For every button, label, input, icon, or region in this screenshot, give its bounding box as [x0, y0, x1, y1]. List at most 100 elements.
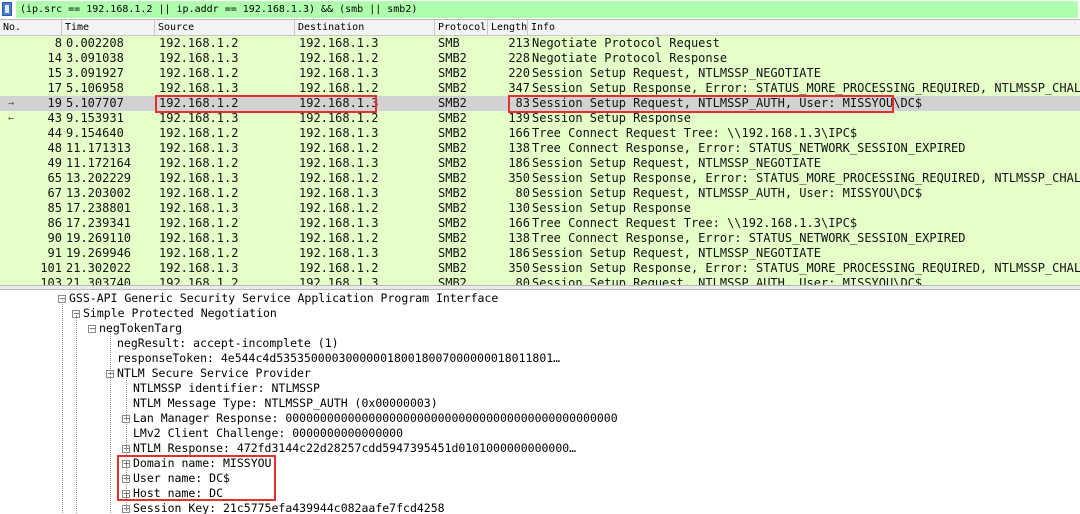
packet-protocol: SMB2 [438, 201, 467, 215]
packet-length: 350 [508, 171, 530, 185]
packet-number: 67 [47, 186, 62, 200]
packet-row[interactable]: 101 21.302022 192.168.1.3 192.168.1.2 SMB2 35… [0, 261, 1080, 276]
bookmark-filter-icon[interactable] [2, 2, 12, 16]
packet-time: 21.302022 [66, 261, 132, 275]
packet-destination: 192.168.1.2 [299, 171, 379, 185]
packet-row[interactable]: 90 19.269110 192.168.1.3 192.168.1.2 SMB2 138… [0, 231, 1080, 246]
packet-row[interactable]: 17 5.106958 192.168.1.3 192.168.1.2 SMB2 347 S… [0, 81, 1080, 96]
packet-source: 192.168.1.2 [159, 276, 239, 285]
display-filter-input[interactable]: (ip.src == 192.168.1.2 || ip.addr == 192… [16, 1, 1078, 18]
packet-protocol: SMB2 [438, 51, 467, 65]
packet-time: 13.203002 [66, 186, 132, 200]
column-header-no[interactable]: No. [0, 20, 62, 35]
packet-number: 90 [47, 231, 62, 245]
detail-tree-item[interactable]: − Simple Protected Negotiation [72, 306, 277, 321]
packet-number: 65 [47, 171, 62, 185]
packet-length: 130 [508, 201, 530, 215]
packet-row[interactable]: → 19 5.107707 192.168.1.2 192.168.1.3 SMB2 83 S… [0, 96, 1080, 111]
packet-row[interactable]: 86 17.239341 192.168.1.2 192.168.1.3 SMB2 166… [0, 216, 1080, 231]
packet-row[interactable]: 48 11.171313 192.168.1.3 192.168.1.2 SMB2 138… [0, 141, 1080, 156]
column-header-info[interactable]: Info [528, 20, 1080, 35]
packet-destination: 192.168.1.2 [299, 201, 379, 215]
packet-row[interactable]: 65 13.202229 192.168.1.3 192.168.1.2 SMB2 350… [0, 171, 1080, 186]
detail-tree-item[interactable]: − NTLM Secure Service Provider [106, 366, 311, 381]
detail-tree-item[interactable]: NTLMSSP identifier: NTLMSSP [122, 381, 320, 396]
packet-time: 11.171313 [66, 141, 132, 155]
packet-source: 192.168.1.2 [159, 216, 239, 230]
display-filter-bar: (ip.src == 192.168.1.2 || ip.addr == 192… [0, 0, 1080, 20]
column-header-destination[interactable]: Destination [295, 20, 435, 35]
packet-details-tree: − GSS-API Generic Security Service Applic… [0, 290, 1080, 514]
packet-row[interactable]: 85 17.238801 192.168.1.3 192.168.1.2 SMB2 130… [0, 201, 1080, 216]
packet-time: 0.002208 [66, 36, 124, 50]
detail-tree-item[interactable]: + NTLM Response: 472fd3144c22d28257cdd594… [122, 441, 576, 456]
packet-length: 138 [508, 231, 530, 245]
packet-info: Negotiate Protocol Response [532, 51, 728, 65]
packet-time: 19.269110 [66, 231, 132, 245]
packet-row[interactable]: 49 11.172164 192.168.1.2 192.168.1.3 SMB2 186… [0, 156, 1080, 171]
detail-tree-item[interactable]: NTLM Message Type: NTLMSSP_AUTH (0x00000… [122, 396, 438, 411]
packet-protocol: SMB [438, 36, 460, 50]
packet-destination: 192.168.1.3 [299, 66, 379, 80]
packet-destination: 192.168.1.3 [299, 186, 379, 200]
packet-destination: 192.168.1.3 [299, 156, 379, 170]
packet-protocol: SMB2 [438, 186, 467, 200]
detail-tree-label: Domain name: MISSYOU [133, 456, 272, 470]
tree-guide-line [62, 300, 63, 514]
packet-destination: 192.168.1.3 [299, 276, 379, 285]
packet-time: 9.154640 [66, 126, 124, 140]
collapse-icon[interactable]: − [88, 324, 96, 333]
column-header-length[interactable]: Length [488, 20, 528, 35]
packet-protocol: SMB2 [438, 261, 467, 275]
packet-list: 8 0.002208 192.168.1.2 192.168.1.3 SMB 213 Neg… [0, 36, 1080, 285]
packet-time: 3.091038 [66, 51, 124, 65]
packet-length: 186 [508, 156, 530, 170]
packet-row[interactable]: 103 21.303740 192.168.1.2 192.168.1.3 SMB2 80… [0, 276, 1080, 285]
detail-tree-item[interactable]: LMv2 Client Challenge: 0000000000000000 [122, 426, 403, 441]
packet-source: 192.168.1.2 [159, 246, 239, 260]
packet-protocol: SMB2 [438, 81, 467, 95]
packet-info: Session Setup Response [532, 201, 691, 215]
packet-destination: 192.168.1.2 [299, 261, 379, 275]
packet-source: 192.168.1.2 [159, 36, 239, 50]
detail-tree-label: Session Key: 21c5775efa439944c082aafe7fc… [133, 501, 445, 514]
packet-row[interactable]: 14 3.091038 192.168.1.3 192.168.1.2 SMB2 228 N… [0, 51, 1080, 66]
packet-number: 15 [47, 66, 62, 80]
packet-protocol: SMB2 [438, 171, 467, 185]
packet-number: 91 [47, 246, 62, 260]
detail-tree-item[interactable]: + Lan Manager Response: 00000000000000000… [122, 411, 618, 426]
packet-row[interactable]: ← 43 9.153931 192.168.1.3 192.168.1.2 SMB2 139… [0, 111, 1080, 126]
detail-tree-item[interactable]: + Host name: DC [122, 486, 223, 501]
packet-row[interactable]: 67 13.203002 192.168.1.2 192.168.1.3 SMB2 80 S… [0, 186, 1080, 201]
detail-tree-item[interactable]: + Domain name: MISSYOU [122, 456, 271, 471]
packet-destination: 192.168.1.2 [299, 51, 379, 65]
packet-time: 21.303740 [66, 276, 132, 285]
detail-tree-item[interactable]: negResult: accept-incomplete (1) [106, 336, 339, 351]
packet-number: 48 [47, 141, 62, 155]
detail-tree-item[interactable]: responseToken: 4e544c4d53535000030000001… [106, 351, 560, 366]
packet-time: 5.106958 [66, 81, 124, 95]
tree-guide-line [110, 330, 111, 514]
packet-source: 192.168.1.2 [159, 126, 239, 140]
detail-tree-label: Host name: DC [133, 486, 224, 500]
packet-length: 347 [508, 81, 530, 95]
detail-tree-item[interactable]: − GSS-API Generic Security Service Applic… [58, 291, 498, 306]
detail-tree-item[interactable]: + Session Key: 21c5775efa439944c082aafe7f… [122, 501, 445, 514]
column-header-source[interactable]: Source [155, 20, 295, 35]
packet-length: 213 [508, 36, 530, 50]
column-header-time[interactable]: Time [62, 20, 155, 35]
packet-row[interactable]: 91 19.269946 192.168.1.2 192.168.1.3 SMB2 186… [0, 246, 1080, 261]
packet-destination: 192.168.1.3 [299, 246, 379, 260]
detail-tree-label: LMv2 Client Challenge: 0000000000000000 [133, 426, 404, 440]
packet-length: 166 [508, 126, 530, 140]
packet-row[interactable]: 8 0.002208 192.168.1.2 192.168.1.3 SMB 213 Neg… [0, 36, 1080, 51]
packet-source: 192.168.1.2 [159, 96, 239, 110]
packet-protocol: SMB2 [438, 276, 467, 285]
detail-tree-item[interactable]: + User name: DC$ [122, 471, 230, 486]
packet-protocol: SMB2 [438, 141, 467, 155]
packet-row[interactable]: 15 3.091927 192.168.1.2 192.168.1.3 SMB2 220 S… [0, 66, 1080, 81]
detail-tree-item[interactable]: − negTokenTarg [88, 321, 182, 336]
column-header-protocol[interactable]: Protocol [435, 20, 488, 35]
packet-row[interactable]: 44 9.154640 192.168.1.2 192.168.1.3 SMB2 166 T… [0, 126, 1080, 141]
packet-info: Session Setup Response, Error: STATUS_MO… [532, 261, 1080, 275]
